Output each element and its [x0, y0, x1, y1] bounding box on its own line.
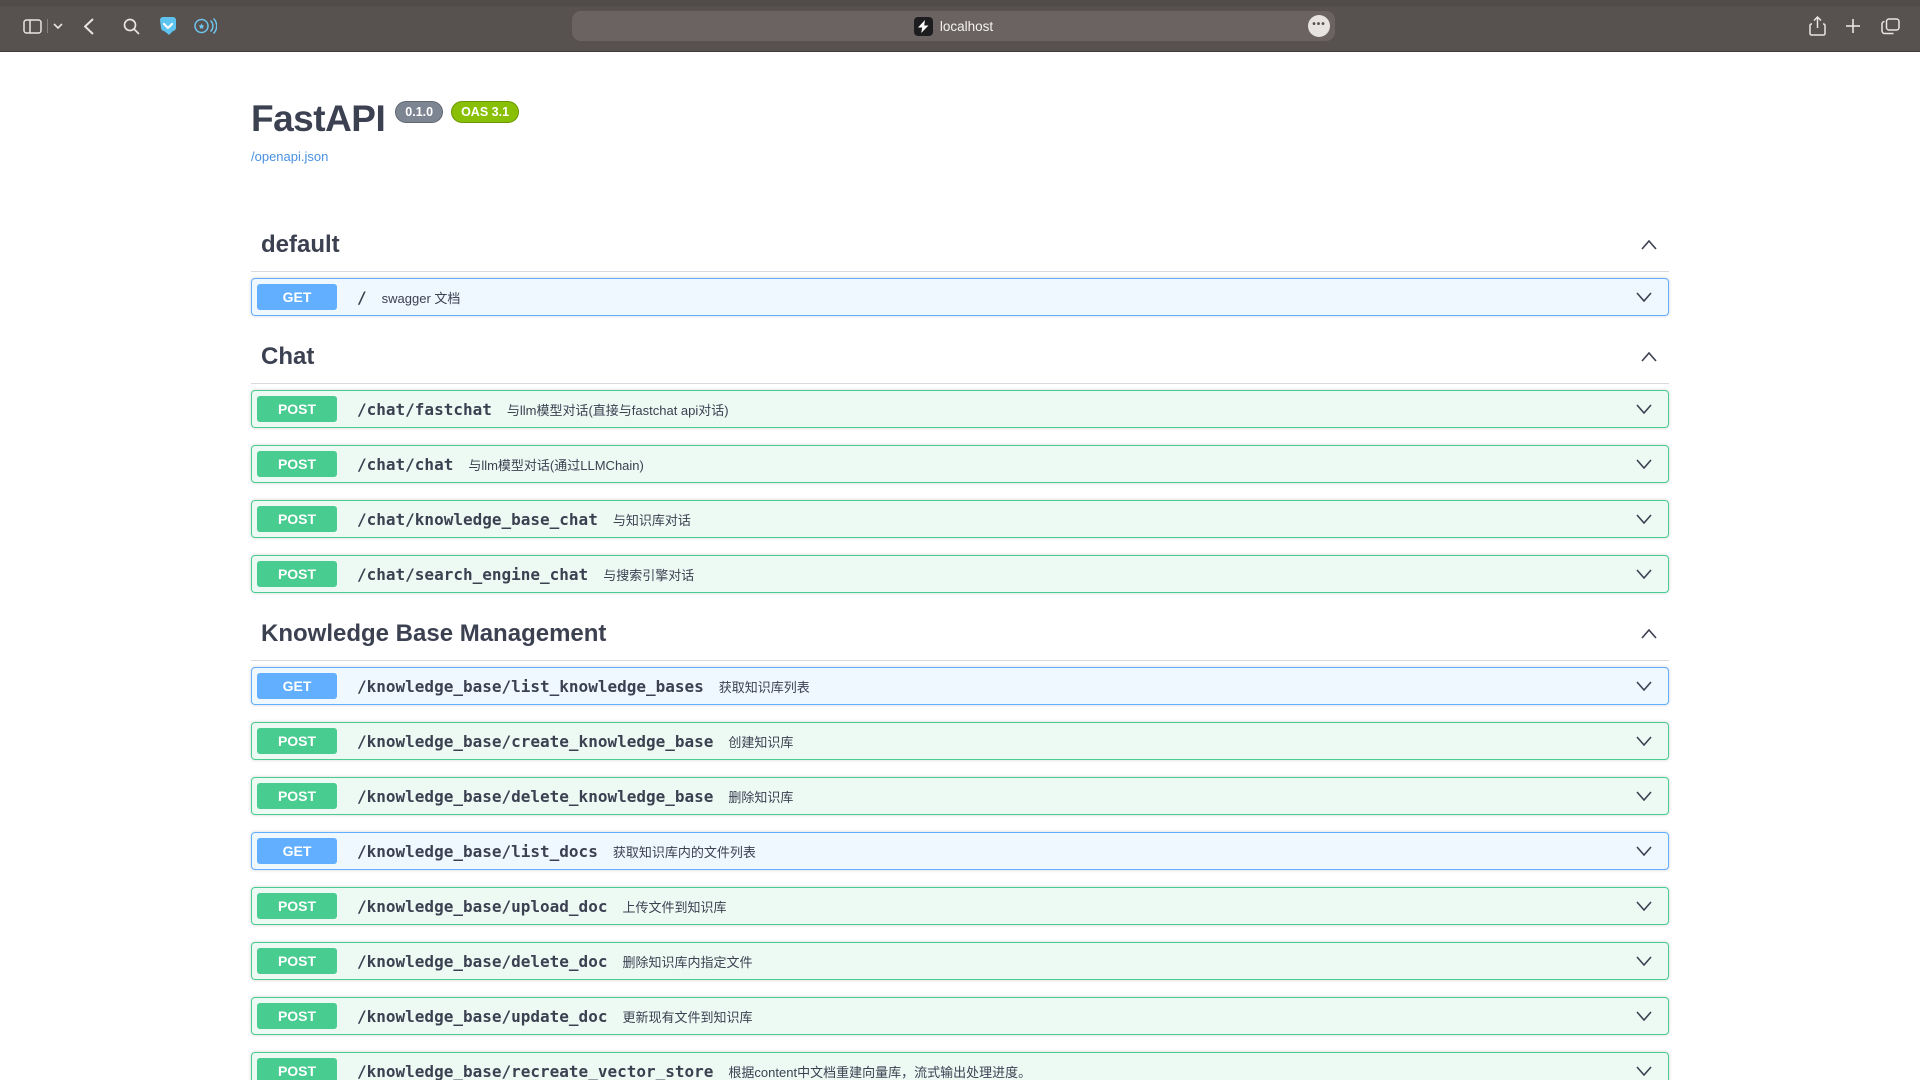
section-default: default GET / swagger 文档	[251, 221, 1669, 316]
method-badge: GET	[257, 673, 337, 699]
method-badge: GET	[257, 284, 337, 310]
endpoint-summary: 根据content中文档重建向量库，流式输出处理进度。	[728, 1062, 1031, 1080]
chevron-down-icon[interactable]	[1636, 292, 1652, 302]
endpoint-summary: 与搜索引擎对话	[603, 565, 694, 584]
method-badge: POST	[257, 1058, 337, 1080]
sidebar-toggle-icon[interactable]	[20, 0, 44, 52]
address-bar[interactable]: localhost •••	[572, 11, 1335, 41]
section-header-default[interactable]: default	[251, 221, 1669, 272]
endpoint-summary: 更新现有文件到知识库	[622, 1007, 752, 1026]
method-badge: POST	[257, 893, 337, 919]
method-badge: POST	[257, 396, 337, 422]
chevron-down-icon[interactable]	[1636, 459, 1652, 469]
endpoint-row[interactable]: POST /knowledge_base/recreate_vector_sto…	[251, 1052, 1669, 1080]
tabs-overview-icon[interactable]	[1879, 0, 1901, 52]
chevron-up-icon	[1641, 240, 1657, 250]
back-icon[interactable]	[81, 0, 97, 52]
endpoint-row[interactable]: POST /chat/search_engine_chat 与搜索引擎对话	[251, 555, 1669, 593]
endpoint-summary: 删除知识库内指定文件	[622, 952, 752, 971]
chevron-down-icon[interactable]	[1636, 846, 1652, 856]
endpoint-path: /	[357, 288, 367, 307]
endpoint-row[interactable]: POST /chat/fastchat 与llm模型对话(直接与fastchat…	[251, 390, 1669, 428]
endpoint-summary: 获取知识库内的文件列表	[613, 842, 756, 861]
oas-badge: OAS 3.1	[451, 101, 519, 123]
extension-pinned-icon[interactable]	[157, 0, 179, 52]
endpoint-path: /knowledge_base/list_docs	[357, 842, 598, 861]
endpoint-summary: 上传文件到知识库	[622, 897, 726, 916]
endpoint-row[interactable]: POST /knowledge_base/delete_knowledge_ba…	[251, 777, 1669, 815]
endpoint-path: /knowledge_base/update_doc	[357, 1007, 607, 1026]
page-settings-ellipsis-icon[interactable]: •••	[1308, 15, 1330, 37]
url-text: localhost	[940, 19, 993, 34]
method-badge: POST	[257, 783, 337, 809]
endpoint-summary: 删除知识库	[728, 787, 793, 806]
method-badge: POST	[257, 506, 337, 532]
method-badge: POST	[257, 451, 337, 477]
api-info: FastAPI 0.1.0 OAS 3.1 /openapi.json	[251, 100, 1669, 166]
search-icon[interactable]	[121, 0, 141, 52]
version-badge: 0.1.0	[395, 101, 443, 123]
chevron-down-icon[interactable]	[1636, 514, 1652, 524]
endpoint-summary: 与知识库对话	[613, 510, 691, 529]
method-badge: POST	[257, 1003, 337, 1029]
endpoint-path: /knowledge_base/list_knowledge_bases	[357, 677, 704, 696]
endpoint-row[interactable]: GET / swagger 文档	[251, 278, 1669, 316]
endpoint-path: /knowledge_base/create_knowledge_base	[357, 732, 713, 751]
section-title: Chat	[261, 343, 314, 371]
method-badge: POST	[257, 561, 337, 587]
chevron-down-icon[interactable]	[1636, 791, 1652, 801]
endpoint-row[interactable]: POST /knowledge_base/update_doc 更新现有文件到知…	[251, 997, 1669, 1035]
endpoint-summary: 创建知识库	[728, 732, 793, 751]
endpoint-row[interactable]: POST /chat/chat 与llm模型对话(通过LLMChain)	[251, 445, 1669, 483]
section-title: Knowledge Base Management	[261, 620, 606, 648]
swagger-ui-page: FastAPI 0.1.0 OAS 3.1 /openapi.json defa…	[251, 52, 1669, 1080]
chevron-down-icon[interactable]	[1636, 1066, 1652, 1076]
endpoint-row[interactable]: POST /chat/knowledge_base_chat 与知识库对话	[251, 500, 1669, 538]
method-badge: POST	[257, 728, 337, 754]
section-knowledge-base-management: Knowledge Base Management GET /knowledge…	[251, 610, 1669, 1080]
endpoint-path: /knowledge_base/upload_doc	[357, 897, 607, 916]
chevron-down-icon[interactable]	[1636, 681, 1652, 691]
new-tab-icon[interactable]	[1843, 0, 1863, 52]
toolbar-divider	[47, 19, 48, 33]
endpoint-summary: 与llm模型对话(通过LLMChain)	[468, 455, 644, 474]
fastapi-favicon-icon	[914, 17, 933, 36]
section-chat: Chat POST /chat/fastchat 与llm模型对话(直接与fas…	[251, 333, 1669, 593]
endpoint-summary: 与llm模型对话(直接与fastchat api对话)	[507, 400, 729, 419]
extension-rings-icon[interactable]	[193, 0, 217, 52]
endpoint-path: /knowledge_base/recreate_vector_store	[357, 1062, 713, 1080]
method-badge: GET	[257, 838, 337, 864]
endpoint-summary: swagger 文档	[382, 288, 461, 307]
chevron-down-icon[interactable]	[1636, 901, 1652, 911]
page-title: FastAPI	[251, 100, 385, 137]
endpoint-path: /chat/chat	[357, 455, 453, 474]
endpoint-row[interactable]: POST /knowledge_base/delete_doc 删除知识库内指定…	[251, 942, 1669, 980]
endpoint-path: /chat/fastchat	[357, 400, 492, 419]
endpoint-path: /chat/knowledge_base_chat	[357, 510, 598, 529]
chevron-down-icon[interactable]	[1636, 1011, 1652, 1021]
openapi-spec-link[interactable]: /openapi.json	[251, 149, 328, 164]
method-badge: POST	[257, 948, 337, 974]
chevron-down-icon[interactable]	[1636, 404, 1652, 414]
share-icon[interactable]	[1806, 0, 1828, 52]
endpoint-path: /chat/search_engine_chat	[357, 565, 588, 584]
chevron-up-icon	[1641, 629, 1657, 639]
section-header-chat[interactable]: Chat	[251, 333, 1669, 384]
chevron-down-icon[interactable]	[51, 0, 65, 52]
endpoint-row[interactable]: GET /knowledge_base/list_docs 获取知识库内的文件列…	[251, 832, 1669, 870]
endpoint-summary: 获取知识库列表	[719, 677, 810, 696]
endpoint-row[interactable]: POST /knowledge_base/upload_doc 上传文件到知识库	[251, 887, 1669, 925]
browser-toolbar: localhost •••	[0, 0, 1920, 52]
endpoint-path: /knowledge_base/delete_knowledge_base	[357, 787, 713, 806]
section-title: default	[261, 231, 340, 259]
endpoint-row[interactable]: POST /knowledge_base/create_knowledge_ba…	[251, 722, 1669, 760]
chevron-down-icon[interactable]	[1636, 956, 1652, 966]
endpoint-path: /knowledge_base/delete_doc	[357, 952, 607, 971]
chevron-down-icon[interactable]	[1636, 569, 1652, 579]
chevron-up-icon	[1641, 352, 1657, 362]
section-header-knowledge-base-management[interactable]: Knowledge Base Management	[251, 610, 1669, 661]
endpoint-row[interactable]: GET /knowledge_base/list_knowledge_bases…	[251, 667, 1669, 705]
chevron-down-icon[interactable]	[1636, 736, 1652, 746]
